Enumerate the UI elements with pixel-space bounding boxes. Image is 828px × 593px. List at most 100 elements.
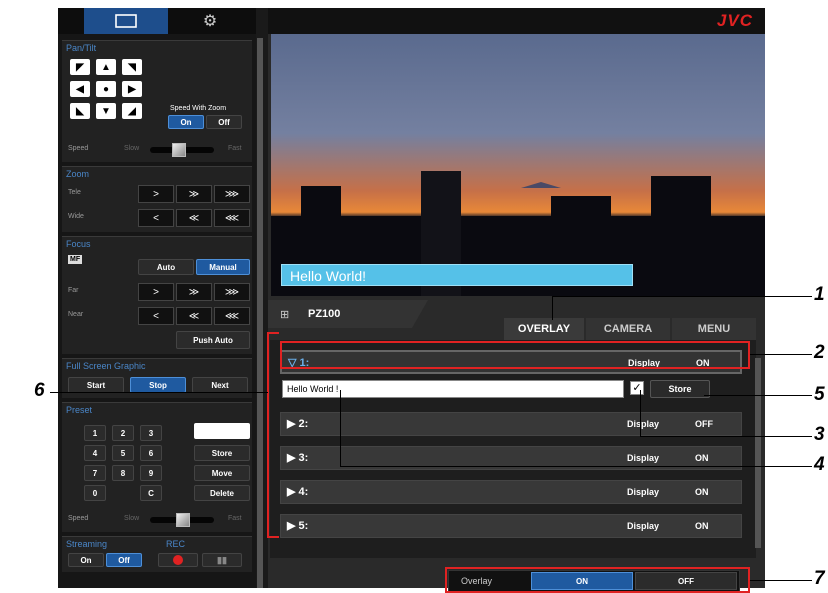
- callout-6: 6: [34, 380, 45, 401]
- speed-with-zoom-on-button[interactable]: On: [168, 115, 204, 129]
- preset-key-3[interactable]: 3: [140, 425, 162, 441]
- preset-key-4[interactable]: 4: [84, 445, 106, 461]
- tilt-down-button[interactable]: ▼: [96, 103, 116, 119]
- tilt-up-button[interactable]: ▲: [96, 59, 116, 75]
- focus-near-label: Near: [68, 311, 84, 318]
- focus-far-slow-button[interactable]: >: [138, 283, 174, 301]
- pan-down-left-button[interactable]: ◣: [70, 103, 90, 119]
- focus-manual-button[interactable]: Manual: [196, 259, 250, 275]
- preset-speed-label: Speed: [68, 515, 89, 522]
- distant-mountain: [521, 182, 561, 188]
- focus-far-fast-button[interactable]: ⋙: [214, 283, 250, 301]
- zoom-tele-slow-button[interactable]: >: [138, 185, 174, 203]
- pan-up-right-button[interactable]: ◥: [122, 59, 142, 75]
- zoom-wide-slow-button[interactable]: <: [138, 209, 174, 227]
- preset-delete-button[interactable]: Delete: [194, 485, 250, 501]
- streaming-off-button[interactable]: Off: [106, 553, 142, 567]
- tab-settings[interactable]: ⚙: [168, 8, 252, 34]
- tab-overlay[interactable]: OVERLAY: [504, 318, 584, 340]
- preset-speed-knob[interactable]: [176, 513, 190, 527]
- display-state[interactable]: ON: [695, 487, 709, 497]
- tab-camera[interactable]: CAMERA: [586, 318, 670, 340]
- display-state[interactable]: ON: [695, 453, 709, 463]
- preset-fast-label: Fast: [228, 515, 242, 522]
- focus-near-mid-button[interactable]: ≪: [176, 307, 212, 325]
- leader-line-3: [640, 436, 812, 437]
- sidebar-scrollbar[interactable]: [257, 38, 263, 588]
- push-auto-button[interactable]: Push Auto: [176, 331, 250, 349]
- overlay-row-2[interactable]: ▶ 2: Display OFF: [280, 412, 742, 436]
- overlay-checkbox[interactable]: ✓: [630, 381, 644, 395]
- focus-auto-button[interactable]: Auto: [138, 259, 194, 275]
- preset-key-8[interactable]: 8: [112, 465, 134, 481]
- preset-key-6[interactable]: 6: [140, 445, 162, 461]
- pan-up-left-button[interactable]: ◤: [70, 59, 90, 75]
- pantilt-speed-label: Speed: [68, 145, 89, 152]
- live-video-view: Hello World!: [271, 34, 765, 296]
- display-label: Display: [627, 487, 660, 497]
- rec-button[interactable]: [158, 553, 198, 567]
- preset-key-7[interactable]: 7: [84, 465, 106, 481]
- tab-live-view[interactable]: [84, 8, 168, 34]
- zoom-title: Zoom: [66, 169, 90, 179]
- overlay-store-button[interactable]: Store: [650, 380, 710, 398]
- overlay-text-input[interactable]: Hello World !: [282, 380, 624, 398]
- preset-move-button[interactable]: Move: [194, 465, 250, 481]
- display-state[interactable]: ON: [695, 521, 709, 531]
- speed-with-zoom-off-button[interactable]: Off: [206, 115, 242, 129]
- preset-store-button[interactable]: Store: [194, 445, 250, 461]
- preset-title: Preset: [66, 405, 93, 415]
- tab-menu[interactable]: MENU: [672, 318, 756, 340]
- preset-key-2[interactable]: 2: [112, 425, 134, 441]
- overlay-text-banner: Hello World!: [281, 264, 633, 286]
- preset-key-9[interactable]: 9: [140, 465, 162, 481]
- preset-slow-label: Slow: [124, 515, 140, 522]
- preset-key-5[interactable]: 5: [112, 445, 134, 461]
- pantilt-home-button[interactable]: ●: [96, 81, 116, 97]
- zoom-wide-fast-button[interactable]: ⋘: [214, 209, 250, 227]
- overlay-row-number: ▶ 3:: [287, 452, 309, 464]
- fullscreen-stop-button[interactable]: Stop: [130, 377, 186, 393]
- display-state[interactable]: OFF: [695, 419, 713, 429]
- pantilt-speed-knob[interactable]: [172, 143, 186, 157]
- zoom-tele-label: Tele: [68, 189, 81, 196]
- focus-far-label: Far: [68, 287, 79, 294]
- pantilt-section: Pan/Tilt ◤ ▲ ◥ ◀ ● ▶ ◣ ▼ ◢ Speed With Zo…: [62, 40, 252, 162]
- app-window: ⚙ Pan/Tilt ◤ ▲ ◥ ◀ ● ▶ ◣ ▼ ◢ Speed With …: [58, 8, 765, 592]
- pantilt-slow-label: Slow: [124, 145, 140, 152]
- leader-line-6: [50, 392, 268, 393]
- fullscreen-start-button[interactable]: Start: [68, 377, 124, 393]
- focus-near-fast-button[interactable]: ⋘: [214, 307, 250, 325]
- camera-icon: ⊞: [280, 309, 290, 321]
- pan-down-right-button[interactable]: ◢: [122, 103, 142, 119]
- pan-right-button[interactable]: ▶: [122, 81, 142, 97]
- display-label: Display: [627, 453, 660, 463]
- zoom-tele-fast-button[interactable]: ⋙: [214, 185, 250, 203]
- overlay-row-5[interactable]: ▶ 5: Display ON: [280, 514, 742, 538]
- camera-name-bar: ⊞ PZ100: [268, 300, 428, 328]
- leader-line-4: [340, 466, 812, 467]
- focus-title: Focus: [66, 239, 91, 249]
- focus-near-slow-button[interactable]: <: [138, 307, 174, 325]
- pan-left-button[interactable]: ◀: [70, 81, 90, 97]
- overlay-row-4[interactable]: ▶ 4: Display ON: [280, 480, 742, 504]
- display-label: Display: [627, 419, 660, 429]
- pause-icon: ▮▮: [217, 554, 227, 565]
- callout-frame-7: [445, 567, 750, 593]
- record-icon: [173, 555, 183, 565]
- callout-2: 2: [814, 342, 825, 363]
- preset-key-1[interactable]: 1: [84, 425, 106, 441]
- control-sidebar: ⚙ Pan/Tilt ◤ ▲ ◥ ◀ ● ▶ ◣ ▼ ◢ Speed With …: [58, 8, 256, 588]
- leader-line-1: [552, 296, 812, 297]
- leader-line-4-vert: [340, 390, 341, 466]
- focus-far-mid-button[interactable]: ≫: [176, 283, 212, 301]
- zoom-wide-mid-button[interactable]: ≪: [176, 209, 212, 227]
- pause-button[interactable]: ▮▮: [202, 553, 242, 567]
- preset-key-clear[interactable]: C: [140, 485, 162, 501]
- fullscreen-next-button[interactable]: Next: [192, 377, 248, 393]
- streaming-on-button[interactable]: On: [68, 553, 104, 567]
- preset-key-0[interactable]: 0: [84, 485, 106, 501]
- gear-icon: ⚙: [202, 13, 218, 30]
- overlay-scrollbar[interactable]: [755, 358, 761, 548]
- zoom-tele-mid-button[interactable]: ≫: [176, 185, 212, 203]
